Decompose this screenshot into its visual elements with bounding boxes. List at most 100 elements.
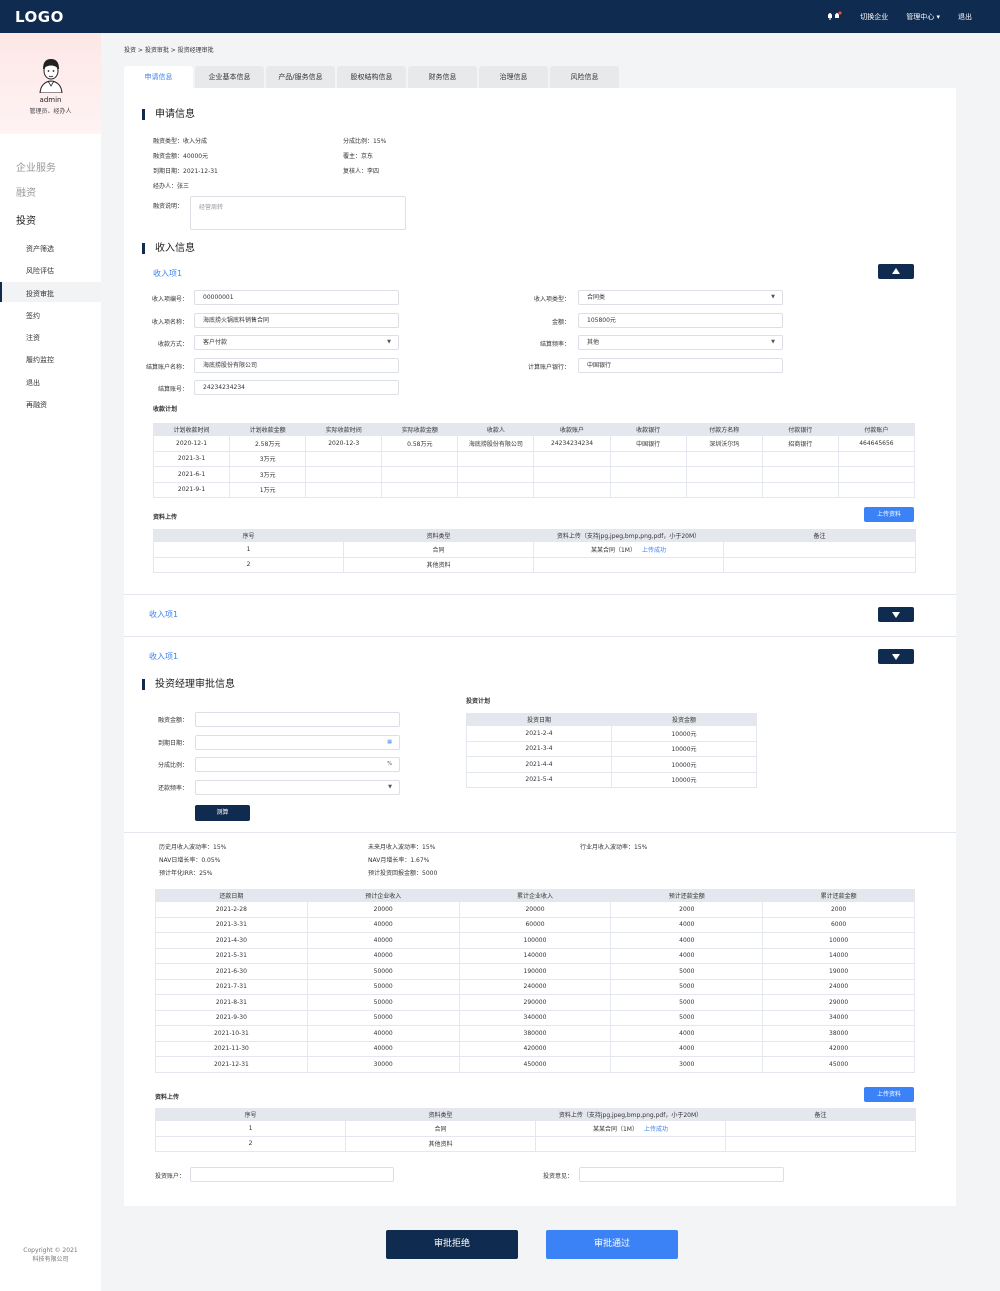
approval-upload-button[interactable]: 上传资料 bbox=[864, 1087, 914, 1102]
chevron-down-icon: ▼ bbox=[771, 294, 775, 300]
tab-company-info[interactable]: 企业基本信息 bbox=[195, 66, 264, 88]
switch-company-link[interactable]: 切换企业 bbox=[860, 12, 888, 22]
table-row: 2021-12-31 30000 450000 3000 45000 bbox=[155, 1056, 915, 1073]
tab-product-info[interactable]: 产品/服务信息 bbox=[266, 66, 335, 88]
menu-risk-assessment[interactable]: 风险评估 bbox=[26, 266, 54, 276]
notification-icon[interactable] bbox=[826, 11, 842, 22]
menu-refinancing[interactable]: 再融资 bbox=[26, 400, 47, 410]
income-no-field[interactable]: 00000001 bbox=[194, 290, 399, 305]
invest-opinion-field[interactable] bbox=[579, 1167, 784, 1182]
percent-unit: % bbox=[387, 761, 392, 767]
table-cell: 10000元 bbox=[611, 756, 757, 773]
table-cell bbox=[533, 481, 611, 498]
table-cell: 240000 bbox=[458, 978, 612, 995]
column-header: 实际收款时间 bbox=[305, 423, 383, 436]
logout-link[interactable]: 退出 bbox=[958, 12, 972, 22]
column-header: 收款人 bbox=[457, 423, 535, 436]
admin-center-menu[interactable]: 管理中心 ▾ bbox=[906, 12, 940, 22]
table-cell bbox=[725, 1135, 916, 1152]
table-row: 2021-6-1 3万元 bbox=[152, 466, 916, 483]
column-header: 投资金额 bbox=[611, 713, 757, 726]
invest-account-field[interactable] bbox=[190, 1167, 394, 1182]
tab-apply-info[interactable]: 申请信息 bbox=[124, 66, 193, 88]
column-header: 备注 bbox=[723, 529, 916, 542]
table-cell: 2021-4-4 bbox=[466, 756, 612, 773]
table-cell: 14000 bbox=[762, 947, 915, 964]
metric-irr: 预计年化IRR：25% bbox=[159, 870, 213, 877]
approval-due-field[interactable]: ▦ bbox=[195, 735, 400, 750]
table-cell bbox=[761, 450, 839, 467]
menu-asset-screening[interactable]: 资产筛选 bbox=[26, 244, 54, 254]
approval-ratio-field[interactable]: % bbox=[195, 757, 400, 772]
table-row: 2021-3-31 40000 60000 4000 6000 bbox=[155, 916, 915, 933]
approval-amount-field[interactable] bbox=[195, 712, 400, 727]
upload-button[interactable]: 上传资料 bbox=[864, 507, 914, 522]
table-cell: 340000 bbox=[458, 1009, 612, 1026]
column-header: 还款日期 bbox=[155, 889, 308, 902]
table-cell bbox=[837, 481, 916, 498]
freq-select[interactable]: 其他 ▼ bbox=[578, 335, 783, 350]
income-item-collapsed-2[interactable]: 收入项1 bbox=[149, 651, 178, 662]
approval-upload-title: 资料上传 bbox=[155, 1094, 180, 1101]
table-cell bbox=[381, 450, 459, 467]
income-item-title[interactable]: 收入项1 bbox=[153, 268, 182, 279]
calendar-icon[interactable]: ▦ bbox=[387, 736, 392, 749]
income-type-select[interactable]: 合同类 ▼ bbox=[578, 290, 783, 305]
account-name-field[interactable]: 海底捞股份有限公司 bbox=[194, 358, 399, 373]
table-cell: 10000元 bbox=[611, 740, 757, 757]
table-cell: 34000 bbox=[762, 1009, 915, 1026]
table-cell bbox=[457, 450, 535, 467]
avatar bbox=[38, 57, 64, 94]
income-name-label: 收入项名称： bbox=[151, 319, 188, 326]
table-cell: 2021-10-31 bbox=[155, 1025, 308, 1042]
menu-performance-monitor[interactable]: 履约监控 bbox=[26, 355, 54, 365]
table-cell bbox=[761, 466, 839, 483]
calc-button[interactable]: 测算 bbox=[195, 805, 250, 821]
income-name-field[interactable]: 海底捞火锅底料销售合同 bbox=[194, 313, 399, 328]
expand-button[interactable] bbox=[878, 649, 914, 664]
table-cell: 0.58万元 bbox=[381, 435, 459, 452]
amount-field[interactable]: 105800元 bbox=[578, 313, 783, 328]
metric-nav-monthly: NAV月增长率：1.67% bbox=[368, 857, 430, 864]
apply-type: 融资类型：收入分成 bbox=[153, 138, 208, 145]
table-cell bbox=[761, 481, 839, 498]
table-cell: 2021-7-31 bbox=[155, 978, 308, 995]
menu-enterprise-service[interactable]: 企业服务 bbox=[16, 159, 56, 174]
table-cell bbox=[609, 450, 687, 467]
upload-status-link[interactable]: 上传成功 bbox=[642, 547, 666, 554]
chevron-down-icon bbox=[892, 612, 900, 618]
approve-button[interactable]: 审批通过 bbox=[546, 1230, 678, 1259]
bank-field[interactable]: 中国银行 bbox=[578, 358, 783, 373]
collapse-button[interactable] bbox=[878, 264, 914, 279]
menu-exit[interactable]: 退出 bbox=[26, 378, 40, 388]
account-no-field[interactable]: 24234234234 bbox=[194, 380, 399, 395]
table-row: 2021-2-4 10000元 bbox=[466, 725, 757, 742]
tab-risk-info[interactable]: 风险信息 bbox=[550, 66, 619, 88]
table-row: 2 其他资料 bbox=[155, 1135, 916, 1152]
menu-investment[interactable]: 投资 bbox=[16, 212, 36, 227]
table-row: 1 合同 某某合同（1M） 上传成功 bbox=[153, 541, 916, 558]
expand-button[interactable] bbox=[878, 607, 914, 622]
tab-governance-info[interactable]: 治理信息 bbox=[479, 66, 548, 88]
table-cell: 10000 bbox=[762, 932, 915, 949]
income-item-collapsed-1[interactable]: 收入项1 bbox=[149, 609, 178, 620]
upload-status-link[interactable]: 上传成功 bbox=[644, 1126, 668, 1133]
table-cell: 464645656 bbox=[837, 435, 916, 452]
tab-equity-info[interactable]: 股权结构信息 bbox=[337, 66, 406, 88]
metric-hist-vol: 历史月收入波动率：15% bbox=[159, 844, 227, 851]
tab-finance-info[interactable]: 财务信息 bbox=[408, 66, 477, 88]
column-header: 资料类型 bbox=[343, 529, 534, 542]
file-cell: 某某合同（1M） 上传成功 bbox=[535, 1120, 726, 1137]
pay-method-select[interactable]: 客户付款 ▼ bbox=[194, 335, 399, 350]
approval-freq-select[interactable]: ▼ bbox=[195, 780, 400, 795]
reject-button[interactable]: 审批拒绝 bbox=[386, 1230, 518, 1259]
menu-sign[interactable]: 签约 bbox=[26, 311, 40, 321]
menu-investment-approval[interactable]: 投资审批 bbox=[26, 289, 54, 299]
menu-financing[interactable]: 融资 bbox=[16, 184, 36, 199]
caret-down-icon: ▾ bbox=[936, 12, 940, 21]
menu-capital-injection[interactable]: 注资 bbox=[26, 333, 40, 343]
table-cell: 4000 bbox=[610, 947, 764, 964]
table-row: 2021-5-31 40000 140000 4000 14000 bbox=[155, 947, 915, 964]
apply-desc-field[interactable]: 经营周转 bbox=[190, 196, 406, 230]
table-cell: 4000 bbox=[610, 932, 764, 949]
